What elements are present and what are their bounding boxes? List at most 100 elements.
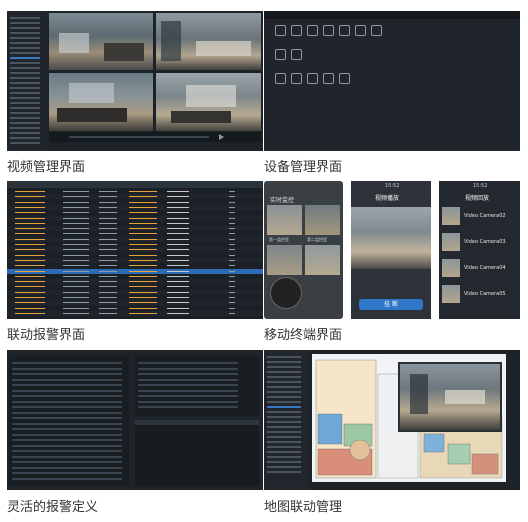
list-row[interactable] [10, 107, 40, 109]
list-row[interactable] [267, 446, 301, 448]
list-row[interactable] [12, 455, 122, 458]
list-row[interactable] [12, 417, 122, 419]
alarm-row[interactable] [7, 199, 263, 205]
list-row[interactable] [12, 362, 122, 364]
list-row[interactable] [267, 461, 301, 463]
camera-thumbnail[interactable] [267, 245, 302, 275]
record-icon[interactable] [339, 25, 350, 36]
list-row[interactable] [267, 371, 301, 373]
user-icon[interactable] [291, 25, 302, 36]
list-row[interactable] [10, 22, 40, 24]
alarm-row[interactable] [7, 204, 263, 210]
list-row[interactable] [12, 389, 122, 392]
list-row[interactable] [10, 87, 40, 89]
list-row[interactable] [10, 82, 40, 84]
list-row[interactable] [267, 441, 301, 443]
list-row[interactable] [12, 373, 122, 375]
network-icon[interactable] [323, 25, 334, 36]
list-row[interactable] [10, 127, 40, 129]
video-feed-2[interactable] [156, 13, 261, 70]
list-row[interactable] [10, 72, 40, 74]
list-row[interactable] [267, 426, 301, 428]
alarm-row[interactable] [7, 295, 263, 300]
list-row[interactable] [12, 444, 122, 447]
video-feed-1[interactable] [49, 13, 153, 70]
alarm-row[interactable] [7, 220, 263, 226]
replay-thumbnail[interactable] [442, 207, 460, 225]
list-row[interactable] [267, 466, 301, 468]
list-row[interactable] [267, 416, 301, 418]
display-icon[interactable] [371, 25, 382, 36]
list-row[interactable] [10, 37, 40, 39]
list-row[interactable] [10, 122, 40, 124]
alarm-row[interactable] [7, 310, 263, 316]
list-row[interactable] [138, 373, 238, 375]
list-row[interactable] [267, 396, 301, 398]
list-row[interactable] [12, 477, 122, 480]
progress-bar[interactable] [69, 136, 209, 138]
list-row[interactable] [10, 67, 40, 69]
list-row[interactable] [10, 132, 40, 134]
alarm-row[interactable] [7, 215, 263, 221]
list-row[interactable] [138, 395, 238, 397]
list-row[interactable] [10, 17, 40, 19]
hang-up-button[interactable]: 挂 断 [359, 299, 423, 310]
alarm-row[interactable] [7, 210, 263, 216]
replay-thumbnail[interactable] [442, 233, 460, 251]
list-row[interactable] [267, 356, 301, 358]
list-row[interactable] [10, 137, 40, 139]
alarm-row[interactable] [7, 284, 263, 290]
list-row[interactable] [138, 389, 238, 392]
alarm-row[interactable] [7, 289, 263, 295]
list-row[interactable] [12, 461, 122, 463]
camera-thumbnail[interactable] [305, 205, 340, 235]
alarm-row[interactable] [7, 279, 263, 285]
alarm-icon[interactable] [355, 25, 366, 36]
gear-icon[interactable] [275, 49, 286, 60]
list-row[interactable] [267, 401, 301, 403]
list-row[interactable] [10, 117, 40, 119]
settings-icon[interactable] [275, 25, 286, 36]
alarm-row[interactable] [7, 300, 263, 306]
list-row[interactable] [267, 451, 301, 453]
alarm-row[interactable] [7, 236, 263, 242]
video-feed-3[interactable] [49, 73, 153, 131]
popup-video[interactable] [398, 362, 502, 432]
alarm-row[interactable] [7, 247, 263, 253]
list-row[interactable] [10, 52, 40, 54]
play-icon[interactable] [219, 134, 224, 140]
alarm-row[interactable] [7, 194, 263, 200]
list-row[interactable] [12, 367, 122, 370]
replay-item-label[interactable]: Video Camera02 [464, 213, 506, 219]
alarm-row[interactable] [7, 263, 263, 269]
list-row[interactable] [267, 376, 301, 378]
list-row[interactable] [10, 97, 40, 99]
floor-map[interactable] [312, 354, 506, 482]
replay-thumbnail[interactable] [442, 259, 460, 277]
list-row[interactable] [138, 400, 238, 403]
list-row[interactable] [12, 406, 122, 408]
list-row[interactable] [12, 400, 122, 403]
list-row[interactable] [267, 386, 301, 388]
list-row[interactable] [12, 466, 122, 469]
alarm-row[interactable] [7, 268, 263, 274]
list-row[interactable] [12, 422, 122, 425]
list-row[interactable] [267, 406, 301, 408]
list-row[interactable] [10, 32, 40, 34]
alarm-row[interactable] [7, 252, 263, 258]
disk-icon[interactable] [323, 73, 334, 84]
list-row[interactable] [10, 47, 40, 49]
list-row[interactable] [267, 361, 301, 363]
list-row[interactable] [267, 391, 301, 393]
list-row[interactable] [10, 102, 40, 104]
server-icon[interactable] [275, 73, 286, 84]
list-row[interactable] [267, 471, 301, 473]
list-row[interactable] [267, 411, 301, 413]
camera-icon[interactable] [307, 73, 318, 84]
alarm-row[interactable] [7, 273, 263, 279]
video-player[interactable] [351, 207, 431, 269]
list-row[interactable] [12, 395, 122, 397]
list-row[interactable] [12, 472, 122, 474]
list-row[interactable] [138, 362, 238, 364]
list-row[interactable] [10, 112, 40, 114]
